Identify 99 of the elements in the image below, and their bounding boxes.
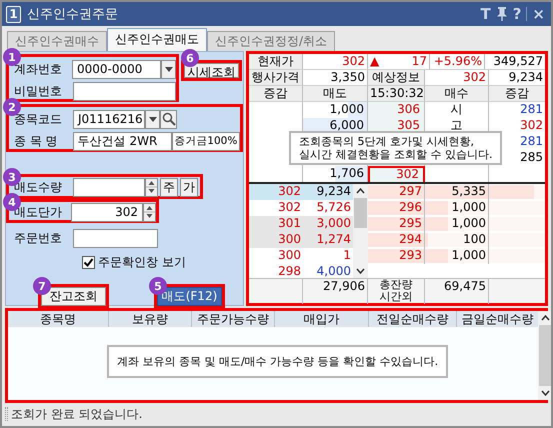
quote-label: 현재가 (249, 54, 303, 70)
trade-quantity: 9,234 (316, 184, 352, 200)
field-label: 종 목 명 (13, 132, 59, 150)
tab[interactable]: 신주인수권정정/취소 (207, 31, 336, 51)
password-field[interactable] (73, 82, 176, 100)
price-label: 시 (450, 102, 462, 116)
guide-note: 조회종목의 5단계 호가및 시세현황, 실시간 체결현황을 조회할 수 있습니다. (289, 131, 502, 165)
quote-label: 예상정보 (368, 70, 425, 86)
bid-quantity: 100 (425, 232, 489, 248)
margin-field: 증거금100% (172, 132, 240, 150)
spin-button[interactable] (145, 178, 158, 196)
change-value: 17 (412, 54, 427, 69)
trade-price: 302 (277, 200, 302, 216)
total-ask-quantity: 27,906 (303, 279, 368, 304)
total-label: 총잔량 (380, 279, 412, 291)
price-level: 305 (396, 118, 421, 134)
column-header: 매입가 (275, 311, 369, 327)
quantity-field[interactable] (73, 178, 145, 196)
caret-icon (146, 114, 158, 124)
search-icon (162, 112, 176, 126)
caret-icon (162, 64, 174, 74)
unit-button[interactable]: 주 (160, 178, 178, 196)
change-value: 285 (520, 150, 543, 164)
step-badge: 1 (3, 48, 21, 66)
field-label: 비밀번호 (13, 82, 63, 100)
title-button[interactable]: × (532, 6, 545, 22)
column-header: 주문가능수량 (192, 311, 275, 327)
checkbox[interactable] (82, 256, 95, 269)
step-badge: 6 (181, 49, 199, 67)
column-header: 전일순매수량 (369, 311, 457, 327)
window-title: 신주인수권주문 (27, 6, 118, 23)
price-level: 302 (395, 168, 420, 182)
pin-icon (496, 6, 508, 22)
order-number-field[interactable] (73, 228, 158, 248)
column-header: 매수 (425, 86, 489, 102)
trade-quantity: 4,000 (316, 264, 352, 280)
column-header: 보유량 (109, 311, 192, 327)
stock-code-field[interactable]: J01116216 (73, 110, 145, 128)
total-label: 시간외 (380, 291, 412, 303)
search-button[interactable] (160, 110, 177, 128)
title-button[interactable]: T (480, 6, 491, 22)
change-value: 281 (520, 102, 543, 116)
quote-button[interactable]: 시세조회 (184, 63, 239, 78)
ask-quantity: 6,000 (330, 118, 364, 132)
grip-icon (5, 407, 8, 421)
column-header: 매도 (303, 86, 368, 102)
trade-quantity: 1,274 (316, 232, 352, 248)
guide-note: 계좌 보유의 종목 및 매도/매수 가능수량 등을 확인할 수있습니다. (107, 345, 448, 378)
bid-quantity: 1,000 (425, 248, 489, 264)
trade-quantity: 5,726 (316, 200, 352, 216)
trade-price: 300 (277, 248, 302, 264)
trade-price: 301 (277, 216, 302, 232)
volume-value: 349,527 (485, 54, 545, 70)
trade-quantity: 3,000 (316, 216, 352, 232)
price-label: 고 (450, 118, 462, 132)
scrollbar[interactable] (538, 311, 551, 400)
trade-price: 298 (277, 264, 302, 280)
up-arrow-icon: ▲ (370, 54, 380, 69)
bid-quantity: 1,000 (425, 200, 489, 216)
step-badge: 7 (33, 277, 51, 295)
title-button[interactable]: ? (512, 6, 522, 22)
column-header: 증감 (489, 86, 545, 102)
price-level: 295 (368, 216, 425, 232)
price-field[interactable]: 302 (71, 202, 143, 222)
change-rate: +5.96% (430, 54, 485, 70)
price-level: 306 (396, 102, 421, 118)
dropdown-button[interactable] (145, 110, 160, 128)
column-header: 증감 (249, 86, 303, 102)
bid-quantity: 5,335 (425, 184, 489, 200)
column-header: 종목명 (8, 311, 109, 327)
ask-quantity: 1,706 (330, 166, 364, 180)
trade-quantity: 1 (342, 248, 352, 264)
trade-price: 300 (277, 232, 302, 248)
price-value: 302 (303, 54, 368, 70)
price-level: 294 (368, 232, 425, 248)
total-bid-quantity: 69,475 (425, 279, 489, 304)
spin-button[interactable] (143, 202, 156, 222)
tab[interactable]: 신주인수권매수 (7, 31, 107, 51)
dropdown-button[interactable] (161, 60, 176, 78)
status-text: 조회가 완료 되었습니다. (11, 406, 142, 422)
quote-label: 행사가격 (249, 70, 303, 86)
checkbox-label: 주문확인창 보기 (98, 254, 186, 271)
scrollbar[interactable] (353, 184, 368, 278)
bid-quantity: 1,000 (425, 216, 489, 232)
trade-price: 302 (277, 184, 302, 200)
account-dropdown[interactable]: 0000-0000 (72, 60, 161, 78)
column-header: 15:30:32 (368, 86, 425, 102)
stock-name-field[interactable]: 두산건설 2WR (72, 132, 172, 150)
change-value: 281 (520, 134, 543, 148)
field-label: 주문번호 (13, 230, 63, 246)
tab[interactable]: 신주인수권매도 (107, 28, 207, 51)
price-level: 297 (368, 184, 425, 200)
unit-button[interactable]: 가 (180, 178, 198, 196)
app-icon: 1 (6, 6, 21, 22)
ask-quantity: 1,000 (330, 102, 364, 116)
column-header: 금일순매수량 (460, 311, 534, 327)
price-level: 293 (368, 248, 425, 264)
change-value: 302 (520, 118, 543, 132)
price-level: 296 (368, 200, 425, 216)
